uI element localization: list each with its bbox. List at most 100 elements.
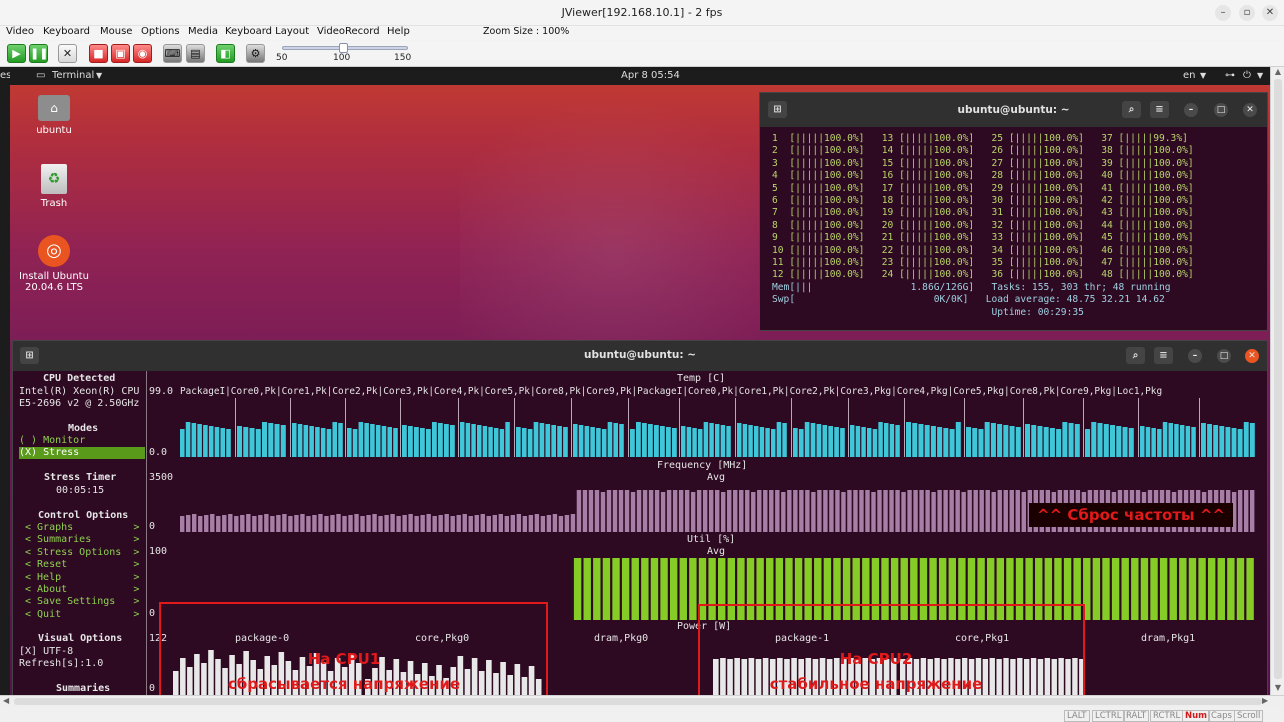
pause-icon[interactable]: ❚❚	[29, 44, 48, 63]
keyboard-icon[interactable]: ⌨	[163, 44, 182, 63]
desktop-icon-trash[interactable]: ♻ Trash	[14, 164, 94, 209]
freq-bar	[763, 490, 768, 532]
new-tab-icon[interactable]: ⊞	[20, 347, 39, 364]
clock[interactable]: Apr 8 05:54	[621, 70, 680, 81]
search-icon[interactable]: ⌕	[1122, 101, 1141, 118]
scroll-down-icon[interactable]: ▼	[1273, 683, 1283, 693]
hamburger-menu-icon[interactable]: ≡	[1154, 347, 1173, 364]
freq-bar	[234, 516, 239, 532]
temp-bar	[471, 424, 476, 457]
freq-bar	[1009, 490, 1014, 532]
power-control-icon[interactable]: ⚙	[246, 44, 265, 63]
mode-monitor-radio[interactable]: ( ) Monitor	[19, 435, 85, 447]
freq-bar	[913, 490, 918, 532]
control-stress-options[interactable]: < Stress Options >	[25, 547, 139, 559]
control-help[interactable]: < Help >	[25, 572, 139, 584]
desktop-icon-home[interactable]: ⌂ ubuntu	[14, 95, 94, 136]
app-menu-terminal[interactable]: Terminal	[52, 70, 94, 81]
temp-bar	[414, 427, 419, 457]
menu-keyboard-layout[interactable]: Keyboard Layout	[225, 26, 309, 37]
menu-mouse[interactable]: Mouse	[100, 26, 132, 37]
freq-bar	[240, 515, 245, 532]
new-tab-icon[interactable]: ⊞	[768, 101, 787, 118]
temp-sensor-separator	[904, 398, 905, 457]
utf8-checkbox[interactable]: [X] UTF-8	[19, 646, 73, 658]
hamburger-menu-icon[interactable]: ≡	[1150, 101, 1169, 118]
control-quit[interactable]: < Quit >	[25, 609, 139, 621]
freq-bar	[1015, 490, 1020, 532]
mode-stress-radio[interactable]: (X) Stress	[19, 447, 145, 459]
restore-button[interactable]: ▫	[1239, 5, 1255, 21]
network-icon[interactable]: ⊶	[1225, 70, 1235, 81]
temp-bar	[352, 429, 358, 457]
zoom-slider[interactable]	[282, 43, 408, 53]
control-reset[interactable]: < Reset >	[25, 559, 139, 571]
desktop-icon-install-ubuntu[interactable]: ◎ Install Ubuntu 20.04.6 LTS	[14, 235, 94, 293]
freq-avg-label: Avg	[707, 472, 726, 483]
capture-icon[interactable]: ◉	[133, 44, 152, 63]
freq-bar	[817, 490, 822, 532]
menu-help[interactable]: Help	[387, 26, 410, 37]
search-icon[interactable]: ⌕	[1126, 347, 1145, 364]
temp-bar	[793, 428, 798, 457]
zoom-slider-thumb[interactable]	[339, 43, 348, 53]
freq-bar	[991, 492, 996, 532]
temp-bar	[297, 424, 303, 457]
horizontal-scrollbar[interactable]: ◀ ▶	[0, 695, 1284, 707]
close-icon[interactable]: ✕	[1245, 349, 1259, 363]
temp-sensor-separator	[679, 398, 680, 457]
menu-videorecord[interactable]: VideoRecord	[317, 26, 380, 37]
temp-bar	[1249, 423, 1255, 457]
fullscreen-icon[interactable]: ✕	[58, 44, 77, 63]
control-graphs[interactable]: < Graphs >	[25, 522, 139, 534]
temp-bar	[274, 424, 280, 457]
lang-indicator[interactable]: en	[1183, 70, 1196, 81]
vertical-scroll-thumb[interactable]	[1274, 79, 1282, 679]
freq-bar	[318, 514, 323, 532]
control-save-settings[interactable]: < Save Settings >	[25, 596, 139, 608]
freq-bar	[624, 490, 630, 532]
horizontal-scroll-thumb[interactable]	[14, 698, 1262, 705]
refresh-rate[interactable]: Refresh[s]:1.0	[19, 658, 103, 670]
media-icon[interactable]: ◧	[216, 44, 235, 63]
temp-bar	[408, 426, 413, 457]
close-icon[interactable]: ✕	[1243, 103, 1257, 117]
maximize-icon[interactable]: □	[1217, 349, 1231, 363]
temp-bar	[262, 422, 268, 457]
play-icon[interactable]: ▶	[7, 44, 26, 63]
vertical-scrollbar[interactable]: ▲ ▼	[1270, 67, 1284, 695]
scroll-right-icon[interactable]: ▶	[1262, 696, 1268, 705]
save-icon[interactable]: ▣	[111, 44, 130, 63]
menu-options[interactable]: Options	[141, 26, 180, 37]
scroll-up-icon[interactable]: ▲	[1273, 67, 1283, 77]
minimize-icon[interactable]: –	[1184, 103, 1198, 117]
power-icon[interactable]: ⏻	[1243, 70, 1251, 81]
freq-bar	[600, 492, 606, 532]
close-button[interactable]: ✕	[1262, 5, 1278, 21]
util-bar	[1169, 558, 1177, 620]
htop-terminal-window[interactable]: ubuntu@ubuntu: ~ ⊞ ⌕ ≡ – □ ✕ 1 [|||||100…	[759, 92, 1268, 331]
minimize-icon[interactable]: –	[1188, 349, 1202, 363]
remote-desktop[interactable]: ▭ Terminal ▼ Apr 8 05:54 en ▼ ⊶ ⏻ ▼ ⌂ ub…	[10, 67, 1270, 695]
menu-video[interactable]: Video	[6, 26, 34, 37]
record-icon[interactable]: ■	[89, 44, 108, 63]
freq-bar	[853, 490, 858, 532]
freq-bar	[955, 490, 960, 532]
menu-media[interactable]: Media	[188, 26, 218, 37]
temp-bar	[551, 425, 557, 457]
temp-bar	[943, 428, 949, 457]
temp-bar	[432, 422, 437, 457]
control-about[interactable]: < About >	[25, 584, 139, 596]
control-summaries[interactable]: < Summaries >	[25, 534, 139, 546]
freq-bar	[666, 490, 672, 532]
freq-bar	[727, 490, 732, 532]
util-bar	[1207, 558, 1216, 620]
maximize-icon[interactable]: □	[1214, 103, 1228, 117]
menu-keyboard[interactable]: Keyboard	[43, 26, 90, 37]
scroll-left-icon[interactable]: ◀	[3, 696, 9, 705]
mouse-icon[interactable]: ▤	[186, 44, 205, 63]
freq-bar	[276, 515, 281, 532]
util-bar	[612, 558, 620, 620]
freq-bar	[288, 516, 293, 532]
minimize-button[interactable]: –	[1215, 5, 1231, 21]
